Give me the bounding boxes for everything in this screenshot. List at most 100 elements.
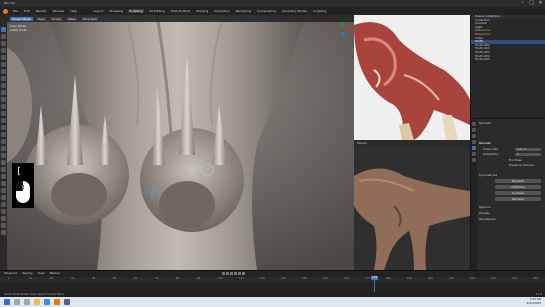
workspace-tab-uv-editing[interactable]: UV Editing	[148, 9, 166, 13]
transform-tool[interactable]	[1, 230, 6, 235]
menu-window[interactable]: Window	[52, 9, 66, 13]
workspace-tab-layout[interactable]: Layout	[92, 9, 104, 13]
timeline-menu-playback[interactable]: Playback	[4, 271, 17, 276]
workspace-tab-animation[interactable]: Animation	[213, 9, 230, 13]
preserve-volume-checkbox[interactable]: Preserve Volume	[479, 163, 543, 167]
output-tab-icon[interactable]	[472, 134, 476, 138]
search-icon[interactable]	[14, 299, 20, 305]
scrape-tool[interactable]	[1, 111, 6, 116]
menu-file[interactable]: File	[12, 9, 19, 13]
dyntopo-button[interactable]: Dyntopo	[495, 191, 541, 195]
workspace-tab-texture-paint[interactable]: Texture Paint	[170, 9, 191, 13]
scene-tab-icon[interactable]	[472, 140, 476, 144]
thumb-tool[interactable]	[1, 153, 6, 158]
pinch-tool[interactable]	[1, 125, 6, 130]
blob-tool[interactable]	[1, 76, 6, 81]
menu-edit[interactable]: Edit	[23, 9, 31, 13]
jump-end-icon[interactable]	[242, 272, 245, 275]
timeline-menu-marker[interactable]: Marker	[50, 271, 60, 276]
elastic-deform-tool[interactable]	[1, 139, 6, 144]
snake-hook-tool[interactable]	[1, 146, 6, 151]
display-section[interactable]: Display	[479, 211, 543, 215]
remesh-button[interactable]: Remesh	[495, 179, 541, 183]
jump-start-icon[interactable]	[222, 272, 225, 275]
multiplane-scrape-tool[interactable]	[1, 118, 6, 123]
draw-brush-tool[interactable]	[1, 27, 6, 32]
inflate-tool[interactable]	[1, 69, 6, 74]
timeline-menu-keying[interactable]: Keying	[22, 271, 32, 276]
render-tab-icon[interactable]	[472, 128, 476, 132]
options-section[interactable]: Options	[479, 205, 543, 209]
menu-render[interactable]: Render	[35, 9, 48, 13]
fix-poles-checkbox[interactable]: Fix Poles	[479, 158, 543, 162]
material-tab-icon[interactable]	[472, 158, 476, 162]
minimize-button[interactable]: –	[518, 0, 527, 7]
symmetrize-section[interactable]: Symmetrize	[479, 173, 543, 177]
blender-logo-icon[interactable]	[3, 8, 8, 14]
outliner-row[interactable]: Tooth.005	[471, 58, 545, 62]
pose-tool[interactable]	[1, 160, 6, 165]
simplify-tool[interactable]	[1, 202, 6, 207]
ref-mode-selector[interactable]: Object	[357, 141, 367, 145]
viewport-menu-face-sets[interactable]: Face Sets	[80, 16, 99, 21]
play-reverse-icon[interactable]	[230, 272, 233, 275]
browser-icon[interactable]	[44, 299, 50, 305]
remesh-panel-header[interactable]: Remesh	[479, 141, 543, 145]
workspace-tab-scripting[interactable]: Scripting	[312, 9, 327, 13]
navigation-gizmo[interactable]	[336, 22, 350, 36]
timeline-menu-view[interactable]: View	[37, 271, 44, 276]
workspace-tab-modeling[interactable]: Modeling	[108, 9, 124, 13]
viewport-menu-sculpt[interactable]: Sculpt	[49, 16, 63, 21]
workspace-tab-shading[interactable]: Shading	[195, 9, 209, 13]
draw-face-sets-tool[interactable]	[1, 216, 6, 221]
crease-tool[interactable]	[1, 83, 6, 88]
viewport-menu-view[interactable]: View	[35, 16, 47, 21]
menu-help[interactable]: Help	[69, 9, 78, 13]
current-frame-badge[interactable]: 189	[371, 276, 378, 280]
rotate-tool[interactable]	[1, 174, 6, 179]
timeline[interactable]: Playback Keying View Marker 0 10 20 30 40 50 6…	[0, 270, 545, 292]
timeline-ruler[interactable]: 0 10 20 30 40 50 60 70 80 90 100 110 120 130 140 150 160…	[0, 277, 545, 282]
axis-x-icon[interactable]	[346, 27, 350, 31]
next-keyframe-icon[interactable]	[238, 272, 241, 275]
reference-viewport-bottom[interactable]	[354, 146, 470, 270]
workspace-tab-compositing[interactable]: Compositing	[256, 9, 277, 13]
adaptivity-field[interactable]: 0	[515, 152, 541, 156]
object-data-tab-icon[interactable]	[472, 146, 476, 150]
clay-tool[interactable]	[1, 41, 6, 46]
slide-relax-tool[interactable]	[1, 181, 6, 186]
voxel-size-field[interactable]: 0.01 m	[515, 147, 541, 151]
grab-tool[interactable]	[1, 132, 6, 137]
modifier-tab-icon[interactable]	[472, 152, 476, 156]
smooth-tool[interactable]	[1, 90, 6, 95]
workspace-tab-geometry-nodes[interactable]: Geometry Nodes	[281, 9, 308, 13]
file-explorer-icon[interactable]	[34, 299, 40, 305]
workspace-section[interactable]: Workspace	[479, 217, 543, 221]
nudge-tool[interactable]	[1, 167, 6, 172]
optimize-button[interactable]: Optimize	[495, 185, 541, 189]
mask-tool[interactable]	[1, 209, 6, 214]
workspace-tab-sculpting[interactable]: Sculpting	[128, 9, 145, 13]
axis-z-icon[interactable]	[341, 32, 345, 36]
remesh-mode-button[interactable]: Remesh	[495, 197, 541, 201]
start-icon[interactable]	[4, 299, 10, 305]
workspace-tab-rendering[interactable]: Rendering	[235, 9, 252, 13]
box-mask-tool[interactable]	[1, 223, 6, 228]
axis-y-icon[interactable]	[341, 22, 345, 26]
boundary-tool[interactable]	[1, 188, 6, 193]
clay-strips-tool[interactable]	[1, 48, 6, 53]
close-button[interactable]: ✕	[536, 0, 545, 7]
viewport-menu-mask[interactable]: Mask	[66, 16, 78, 21]
3d-viewport[interactable]	[7, 15, 354, 270]
play-icon[interactable]	[234, 272, 237, 275]
clock-date[interactable]: 4/21/2022	[527, 301, 541, 306]
task-view-icon[interactable]	[24, 299, 30, 305]
prev-keyframe-icon[interactable]	[226, 272, 229, 275]
reference-viewport-top[interactable]	[354, 15, 470, 140]
mode-selector[interactable]: Sculpt Mode	[10, 16, 33, 21]
cloth-tool[interactable]	[1, 195, 6, 200]
blender-taskbar-icon[interactable]	[54, 299, 60, 305]
fill-tool[interactable]	[1, 104, 6, 109]
tool-tab-icon[interactable]	[472, 122, 476, 126]
clay-thumb-tool[interactable]	[1, 55, 6, 60]
